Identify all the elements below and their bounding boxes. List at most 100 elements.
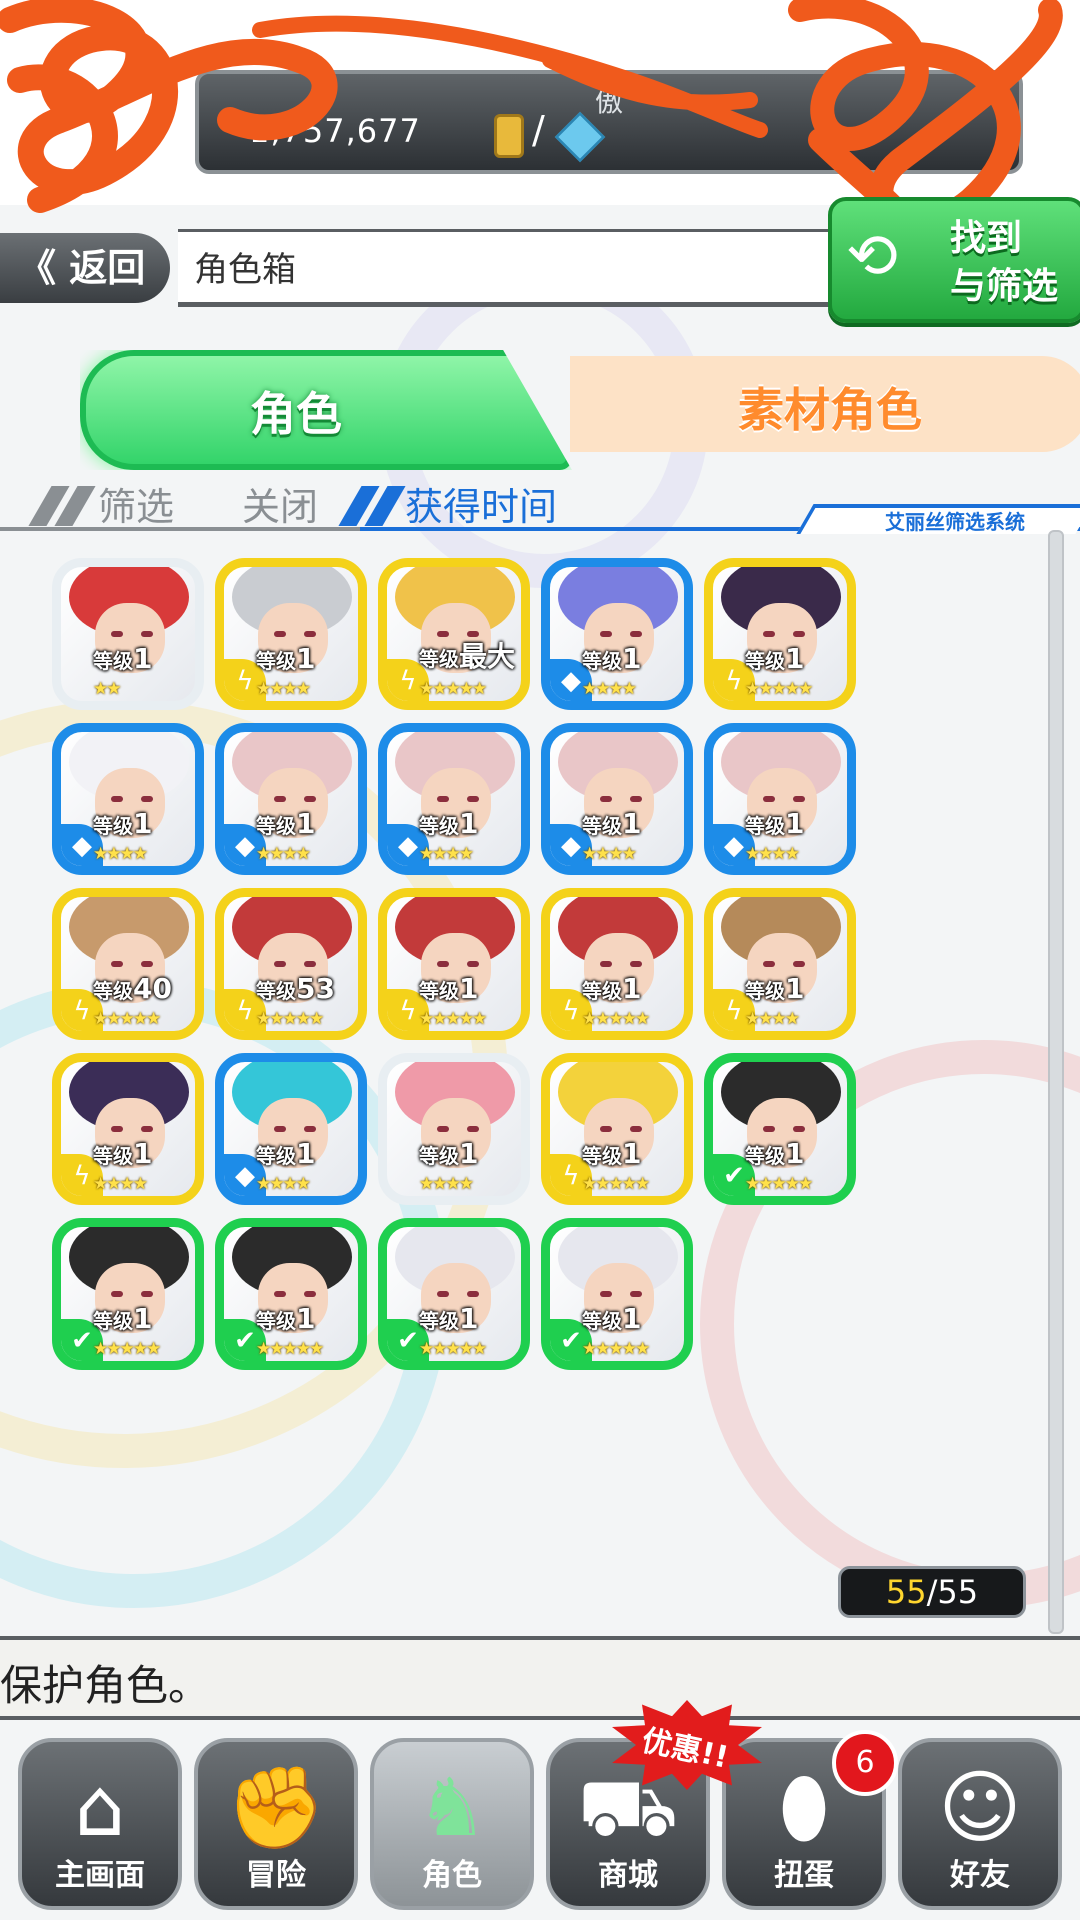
level-prefix: 等级 xyxy=(745,649,785,673)
character-card[interactable]: ϟ 等级1 ★★★★ xyxy=(704,888,856,1040)
portrait-eye xyxy=(274,1291,286,1297)
page-title: 角色箱 xyxy=(194,250,296,290)
character-card[interactable]: ϟ 等级1 ★★★★★ xyxy=(541,1053,693,1205)
level-label: 等级1 xyxy=(582,642,641,675)
level-value: 1 xyxy=(133,1137,153,1170)
portrait-eye xyxy=(141,796,153,802)
level-prefix: 等级 xyxy=(93,1144,133,1168)
character-card[interactable]: ◆ 等级1 ★★★★ xyxy=(704,723,856,875)
character-card[interactable]: ϟ 等级1 ★★★★★ xyxy=(378,888,530,1040)
bottom-nav: ⌂ 主画面 ✊ 冒险 ♞ 角色 ⛟ 商城 ⬮ 扭蛋 ☺ 好友 xyxy=(0,1716,1080,1920)
character-card[interactable]: 等级1 ★★ xyxy=(52,558,204,710)
character-card[interactable]: ◆ 等级1 ★★★★ xyxy=(378,723,530,875)
nav-friends-label: 好友 xyxy=(950,1858,1010,1893)
level-value: 1 xyxy=(133,807,153,840)
character-card[interactable]: ✔ 等级1 ★★★★★ xyxy=(215,1218,367,1370)
character-card[interactable]: ◆ 等级1 ★★★★ xyxy=(52,723,204,875)
portrait-eye xyxy=(304,1291,316,1297)
character-card[interactable]: ϟ 等级1 ★★★★★ xyxy=(704,558,856,710)
character-card[interactable]: ◆ 等级1 ★★★★ xyxy=(215,723,367,875)
rarity-stars: ★★★★★ xyxy=(256,1009,324,1029)
level-prefix: 等级 xyxy=(419,1144,459,1168)
nav-gacha-label: 扭蛋 xyxy=(774,1858,834,1893)
nav-characters[interactable]: ♞ 角色 xyxy=(370,1738,534,1910)
portrait-eye xyxy=(793,961,805,967)
filter-button[interactable]: 筛选 xyxy=(98,476,174,531)
character-card[interactable]: ◆ 等级1 ★★★★ xyxy=(541,723,693,875)
portrait-eye xyxy=(467,796,479,802)
nav-friends[interactable]: ☺ 好友 xyxy=(898,1738,1062,1910)
level-value: 1 xyxy=(622,972,642,1005)
nav-adventure[interactable]: ✊ 冒险 xyxy=(194,1738,358,1910)
tab-characters[interactable]: 角色 xyxy=(80,350,572,470)
character-card[interactable]: ◆ 等级1 ★★★★ xyxy=(215,1053,367,1205)
character-card[interactable]: ✔ 等级1 ★★★★★ xyxy=(378,1218,530,1370)
rarity-stars: ★★★★★ xyxy=(582,1009,650,1029)
scrollbar[interactable] xyxy=(1048,530,1064,1634)
nav-characters-label: 角色 xyxy=(422,1858,482,1893)
rarity-stars: ★★★★ xyxy=(745,1009,800,1029)
portrait-eye xyxy=(630,1126,642,1132)
rarity-stars: ★★★★★ xyxy=(419,1009,487,1029)
level-prefix: 等级 xyxy=(582,1309,622,1333)
level-prefix: 等级 xyxy=(256,649,296,673)
nav-home-label: 主画面 xyxy=(55,1858,145,1893)
level-prefix: 等级 xyxy=(745,814,785,838)
level-label: 等级1 xyxy=(745,972,804,1005)
level-prefix: 等级 xyxy=(419,979,459,1003)
character-card[interactable]: ϟ 等级最大 ★★★★★ xyxy=(378,558,530,710)
portrait-eye xyxy=(630,631,642,637)
sort-order-button[interactable]: 获得时间 xyxy=(405,476,557,531)
level-prefix: 等级 xyxy=(745,979,785,1003)
level-prefix: 等级 xyxy=(419,647,459,671)
portrait-eye xyxy=(763,1126,775,1132)
level-prefix: 等级 xyxy=(582,649,622,673)
portrait-eye xyxy=(467,961,479,967)
box-count-max: 55 xyxy=(937,1573,979,1611)
character-card[interactable]: ϟ 等级1 ★★★★ xyxy=(215,558,367,710)
character-card[interactable]: ✔ 等级1 ★★★★★ xyxy=(541,1218,693,1370)
title-bar: 角色箱 xyxy=(178,229,858,307)
level-prefix: 等级 xyxy=(256,1309,296,1333)
level-value: 1 xyxy=(785,807,805,840)
level-label: 等级1 xyxy=(419,807,478,840)
portrait-eye xyxy=(274,1126,286,1132)
promo-badge[interactable]: 优惠!! xyxy=(612,1700,762,1790)
portrait-eye xyxy=(437,961,449,967)
redaction-scribble-center xyxy=(252,15,768,138)
character-card[interactable]: ϟ 等级53 ★★★★★ xyxy=(215,888,367,1040)
rarity-stars: ★★★★ xyxy=(93,1174,148,1194)
character-card[interactable]: ϟ 等级1 ★★★★★ xyxy=(541,888,693,1040)
portrait-eye xyxy=(141,1126,153,1132)
box-count-separator: / xyxy=(926,1573,938,1611)
character-card[interactable]: 等级1 ★★★★ xyxy=(378,1053,530,1205)
character-card[interactable]: ϟ 等级40 ★★★★★ xyxy=(52,888,204,1040)
portrait-eye xyxy=(630,1291,642,1297)
portrait-eye xyxy=(274,961,286,967)
character-card[interactable]: ϟ 等级1 ★★★★ xyxy=(52,1053,204,1205)
gacha-notification-badge: 6 xyxy=(832,1730,898,1796)
box-count-current: 55 xyxy=(885,1573,927,1611)
tab-material-characters[interactable]: 素材角色 xyxy=(570,356,1080,452)
portrait-eye xyxy=(304,631,316,637)
character-card[interactable]: ◆ 等级1 ★★★★ xyxy=(541,558,693,710)
rarity-stars: ★★★★ xyxy=(419,1174,474,1194)
level-label: 等级1 xyxy=(93,807,152,840)
level-label: 等级1 xyxy=(582,807,641,840)
nav-home[interactable]: ⌂ 主画面 xyxy=(18,1738,182,1910)
portrait-eye xyxy=(793,796,805,802)
level-value: 1 xyxy=(459,1302,479,1335)
portrait-eye xyxy=(437,796,449,802)
character-card[interactable]: ✔ 等级1 ★★★★★ xyxy=(52,1218,204,1370)
find-and-filter-button[interactable]: ⟲ 找到 与筛选 xyxy=(828,197,1080,323)
filter-row: 筛选 关闭 获得时间 艾丽丝筛选系统 xyxy=(0,470,1080,534)
portrait-eye xyxy=(304,1126,316,1132)
filter-state-toggle[interactable]: 关闭 xyxy=(242,476,318,531)
rarity-stars: ★★★★ xyxy=(256,679,311,699)
character-card[interactable]: ✔ 等级1 ★★★★★ xyxy=(704,1053,856,1205)
nav-adventure-label: 冒险 xyxy=(246,1858,306,1893)
tab-characters-label: 角色 xyxy=(250,387,342,441)
level-label: 等级1 xyxy=(419,1137,478,1170)
tab-material-label: 素材角色 xyxy=(738,383,922,437)
back-button[interactable]: 《 返回 xyxy=(0,233,170,303)
